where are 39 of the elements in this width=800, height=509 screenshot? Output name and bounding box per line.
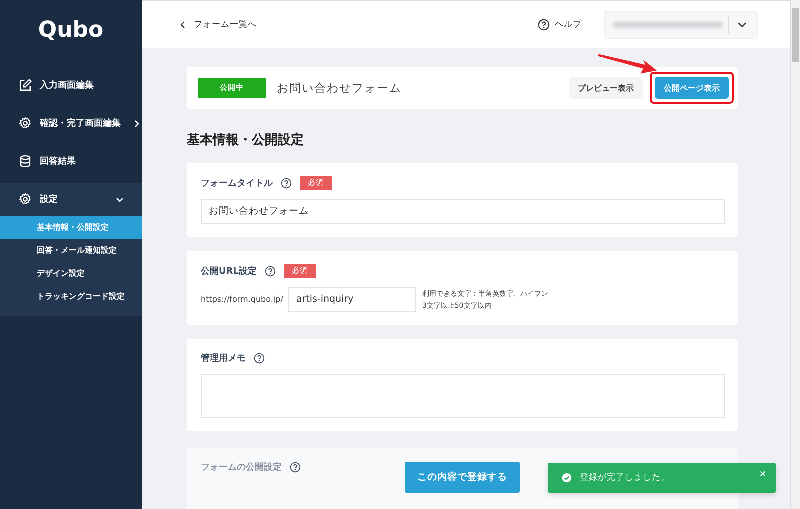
sidebar-item[interactable]: 入力画面編集 [0, 69, 142, 102]
field-label: フォームタイトル [201, 178, 273, 190]
database-icon [19, 155, 32, 168]
chevron-icon [133, 120, 141, 128]
preview-button[interactable]: プレビュー表示 [569, 77, 643, 99]
gear-icon [19, 193, 32, 206]
back-link[interactable]: フォーム一覧へ [174, 18, 263, 32]
textarea-field[interactable] [201, 374, 725, 418]
field-label: 公開URL設定 [201, 265, 257, 278]
chevron-left-icon [180, 20, 186, 28]
sidebar-item[interactable]: 確認・完了画面編集 [0, 107, 142, 140]
sidebar-subitem[interactable]: デザイン設定 [0, 262, 142, 285]
help-icon [538, 18, 550, 30]
scrollbar[interactable] [790, 0, 800, 509]
gear-icon [19, 117, 32, 130]
input-field[interactable]: artis-inquiry [288, 287, 416, 312]
check-icon [562, 473, 572, 483]
form-name: お問い合わせフォーム [277, 80, 402, 96]
help-icon[interactable] [264, 266, 276, 276]
help-icon[interactable] [290, 462, 301, 473]
edit-icon [19, 79, 32, 92]
field-label: 管理用メモ [201, 352, 246, 365]
sidebar-subitem[interactable]: 回答・メール通知設定 [0, 239, 142, 262]
sidebar-subitem[interactable]: トラッキングコード設定 [0, 285, 142, 308]
field-label: フォームの公開設定 [201, 461, 282, 474]
chevron-icon [116, 196, 124, 204]
url-prefix: https://form.qubo.jp/ [201, 295, 284, 304]
sidebar-item[interactable]: 設定 [0, 183, 142, 216]
section-title: 基本情報・公開設定 [187, 132, 305, 149]
sidebar-item[interactable]: 回答結果 [0, 145, 142, 178]
logo: Qubo [38, 18, 104, 43]
close-icon[interactable] [760, 471, 766, 477]
arrow-annotation [597, 52, 659, 76]
help-link[interactable]: ヘルプ [532, 18, 588, 32]
help-icon[interactable] [254, 353, 265, 364]
toast-message: 登録が完了しました。 [580, 472, 670, 484]
input-field[interactable]: お問い合わせフォーム [201, 199, 725, 224]
chevron-down-icon [738, 22, 747, 28]
help-icon[interactable] [281, 178, 292, 188]
